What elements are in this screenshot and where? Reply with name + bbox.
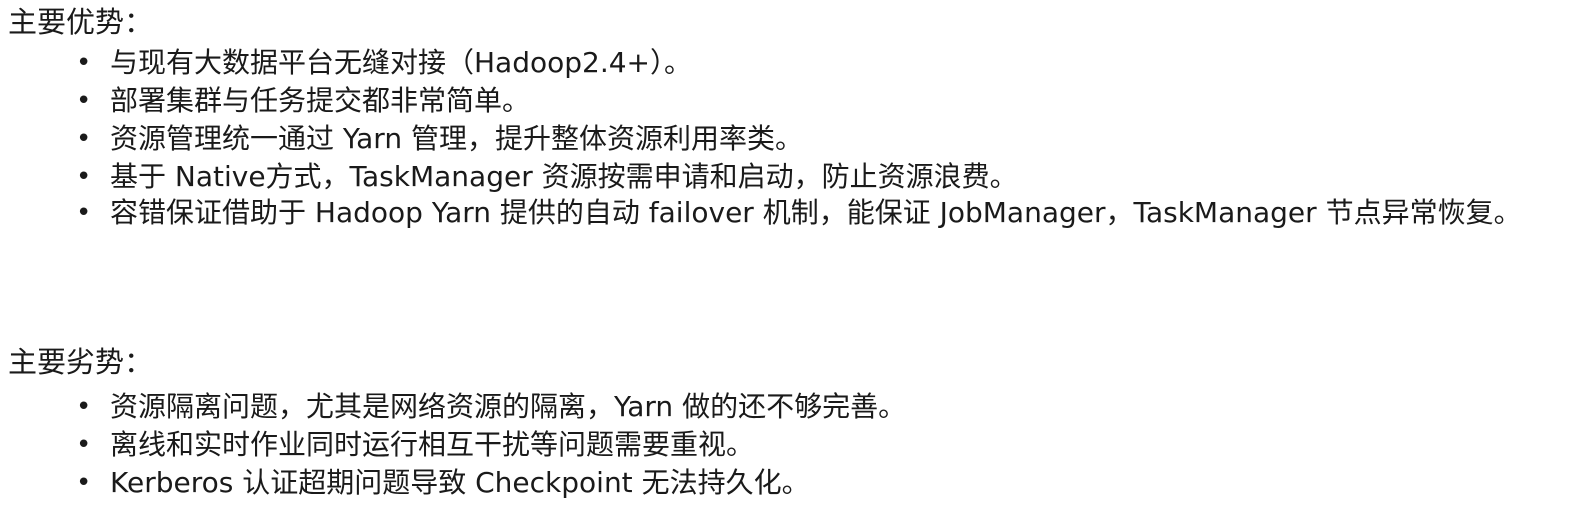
list-item: • 资源隔离问题，尤其是网络资源的隔离，Yarn 做的还不够完善。 <box>0 390 1588 423</box>
list-item: • 离线和实时作业同时运行相互干扰等问题需要重视。 <box>0 428 1588 461</box>
list-item-text: 与现有大数据平台无缝对接（Hadoop2.4+）。 <box>110 46 693 79</box>
list-item-text: 容错保证借助于 Hadoop Yarn 提供的自动 failover 机制，能保… <box>110 196 1522 229</box>
list-item: • 与现有大数据平台无缝对接（Hadoop2.4+）。 <box>0 46 1588 79</box>
bullet-icon: • <box>76 430 92 460</box>
bullet-icon: • <box>76 468 92 498</box>
advantages-section: 主要优势： • 与现有大数据平台无缝对接（Hadoop2.4+）。 • 部署集群与任… <box>0 0 1588 234</box>
list-item: • 基于 Native方式，TaskManager 资源按需申请和启动，防止资源浪… <box>0 160 1588 193</box>
list-item: • 容错保证借助于 Hadoop Yarn 提供的自动 failover 机制，能… <box>0 198 1588 228</box>
disadvantages-heading: 主要劣势： <box>8 345 154 379</box>
bullet-icon: • <box>76 198 92 228</box>
bullet-icon: • <box>76 48 92 78</box>
disadvantages-section: 主要劣势： • 资源隔离问题，尤其是网络资源的隔离，Yarn 做的还不够完善。 •… <box>0 340 1588 506</box>
bullet-icon: • <box>76 86 92 116</box>
list-item-text: Kerberos 认证超期问题导致 Checkpoint 无法持久化。 <box>110 466 810 499</box>
advantages-heading: 主要优势： <box>8 5 154 39</box>
disadvantages-list: • 资源隔离问题，尤其是网络资源的隔离，Yarn 做的还不够完善。 • 离线和实时作… <box>0 390 1588 499</box>
list-item: • Kerberos 认证超期问题导致 Checkpoint 无法持久化。 <box>0 466 1588 499</box>
list-item: • 部署集群与任务提交都非常简单。 <box>0 84 1588 117</box>
advantages-list: • 与现有大数据平台无缝对接（Hadoop2.4+）。 • 部署集群与任务提交都非常… <box>0 46 1588 228</box>
list-item: • 资源管理统一通过 Yarn 管理，提升整体资源利用率类。 <box>0 122 1588 155</box>
bullet-icon: • <box>76 162 92 192</box>
list-item-text: 离线和实时作业同时运行相互干扰等问题需要重视。 <box>110 428 755 461</box>
bullet-icon: • <box>76 124 92 154</box>
list-item-text: 基于 Native方式，TaskManager 资源按需申请和启动，防止资源浪费… <box>110 160 1018 193</box>
list-item-text: 资源管理统一通过 Yarn 管理，提升整体资源利用率类。 <box>110 122 803 155</box>
list-item-text: 部署集群与任务提交都非常简单。 <box>110 84 531 117</box>
bullet-icon: • <box>76 392 92 422</box>
list-item-text: 资源隔离问题，尤其是网络资源的隔离，Yarn 做的还不够完善。 <box>110 390 907 423</box>
